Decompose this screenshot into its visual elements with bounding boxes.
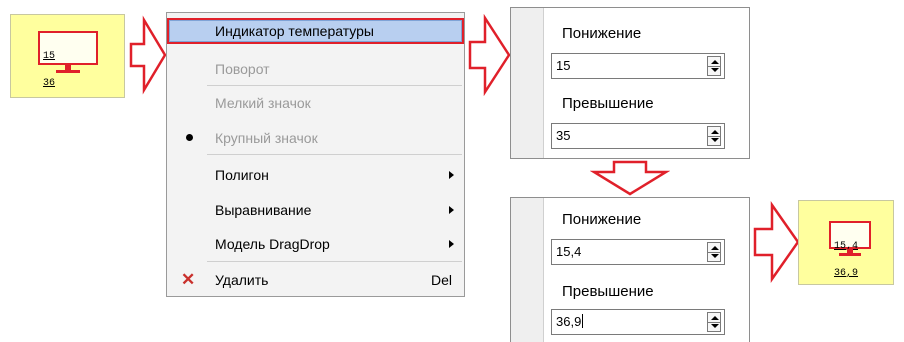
high-threshold-label: Превышение (562, 283, 654, 300)
menu-item-label: Крупный значок (215, 130, 318, 146)
radio-bullet-icon (186, 134, 193, 141)
spin-up-icon[interactable] (711, 316, 719, 320)
indicator-card-before: 15 36 (10, 14, 125, 98)
menu-item-polygon[interactable]: Полигон (167, 163, 464, 187)
high-threshold-value: 35 (556, 128, 571, 143)
submenu-arrow-icon (449, 240, 454, 248)
menu-item-label: Индикатор температуры (215, 23, 374, 39)
right-arrow-icon (129, 15, 167, 95)
spin-down-icon[interactable] (711, 254, 719, 258)
panel-gutter (511, 8, 544, 158)
high-threshold-text: 36,9 (556, 314, 584, 329)
indicator-card-after: 15,4 36,9 (798, 200, 894, 285)
low-threshold-value: 15,4 (556, 244, 582, 259)
high-threshold-spinner[interactable]: 36,9 (551, 309, 725, 335)
spin-up-icon[interactable] (711, 60, 719, 64)
spin-down-icon[interactable] (711, 138, 719, 142)
text-caret (582, 314, 584, 328)
menu-item-rotate[interactable]: Поворот (167, 57, 464, 81)
menu-item-label: Модель DragDrop (215, 236, 330, 252)
menu-separator (207, 154, 462, 155)
temperature-indicator-icon[interactable]: 15,4 36,9 (829, 221, 871, 279)
menu-item-label: Поворот (215, 61, 270, 77)
menu-separator (207, 85, 462, 86)
low-threshold-spinner[interactable]: 15 (551, 53, 725, 79)
panel-gutter (511, 198, 544, 342)
spin-buttons[interactable] (707, 312, 721, 332)
temperature-indicator-icon[interactable]: 15 36 (38, 31, 98, 89)
threshold-panel-after: Понижение 15,4 Превышение 36,9 (510, 197, 750, 342)
high-threshold-spinner[interactable]: 35 (551, 123, 725, 149)
menu-item-dragdrop-model[interactable]: Модель DragDrop (167, 232, 464, 256)
spin-down-icon[interactable] (711, 68, 719, 72)
submenu-arrow-icon (449, 206, 454, 214)
indicator-high-value: 36 (43, 78, 56, 89)
high-threshold-label: Превышение (562, 95, 654, 112)
context-menu: Индикатор температуры Поворот Мелкий зна… (166, 12, 465, 297)
close-icon: ✕ (181, 270, 196, 289)
menu-item-label: Полигон (215, 167, 269, 183)
menu-item-large-icon[interactable]: Крупный значок (167, 126, 464, 150)
spin-up-icon[interactable] (711, 246, 719, 250)
low-threshold-value: 15 (556, 58, 571, 73)
indicator-high-value: 36,9 (834, 268, 859, 279)
menu-item-delete[interactable]: ✕ Удалить Del (167, 268, 464, 292)
down-arrow-icon (590, 160, 670, 196)
menu-item-label: Удалить (215, 272, 269, 288)
menu-separator (207, 261, 462, 262)
low-threshold-spinner[interactable]: 15,4 (551, 239, 725, 265)
spin-buttons[interactable] (707, 56, 721, 76)
low-threshold-label: Понижение (562, 211, 642, 228)
menu-item-small-icon[interactable]: Мелкий значок (167, 91, 464, 115)
right-arrow-icon (468, 14, 511, 96)
spin-buttons[interactable] (707, 126, 721, 146)
menu-item-temperature-indicator[interactable]: Индикатор температуры (167, 18, 464, 44)
menu-item-label: Мелкий значок (215, 95, 311, 111)
spin-up-icon[interactable] (711, 130, 719, 134)
spin-down-icon[interactable] (711, 324, 719, 328)
indicator-low-value: 15 (43, 51, 56, 62)
right-arrow-icon (753, 201, 800, 283)
low-threshold-label: Понижение (562, 25, 642, 42)
menu-item-alignment[interactable]: Выравнивание (167, 198, 464, 222)
spin-buttons[interactable] (707, 242, 721, 262)
high-threshold-value: 36,9 (556, 314, 582, 329)
indicator-low-value: 15,4 (834, 241, 859, 252)
submenu-arrow-icon (449, 171, 454, 179)
menu-item-shortcut: Del (430, 272, 452, 288)
threshold-panel-before: Понижение 15 Превышение 35 (510, 7, 750, 159)
menu-item-label: Выравнивание (215, 202, 312, 218)
